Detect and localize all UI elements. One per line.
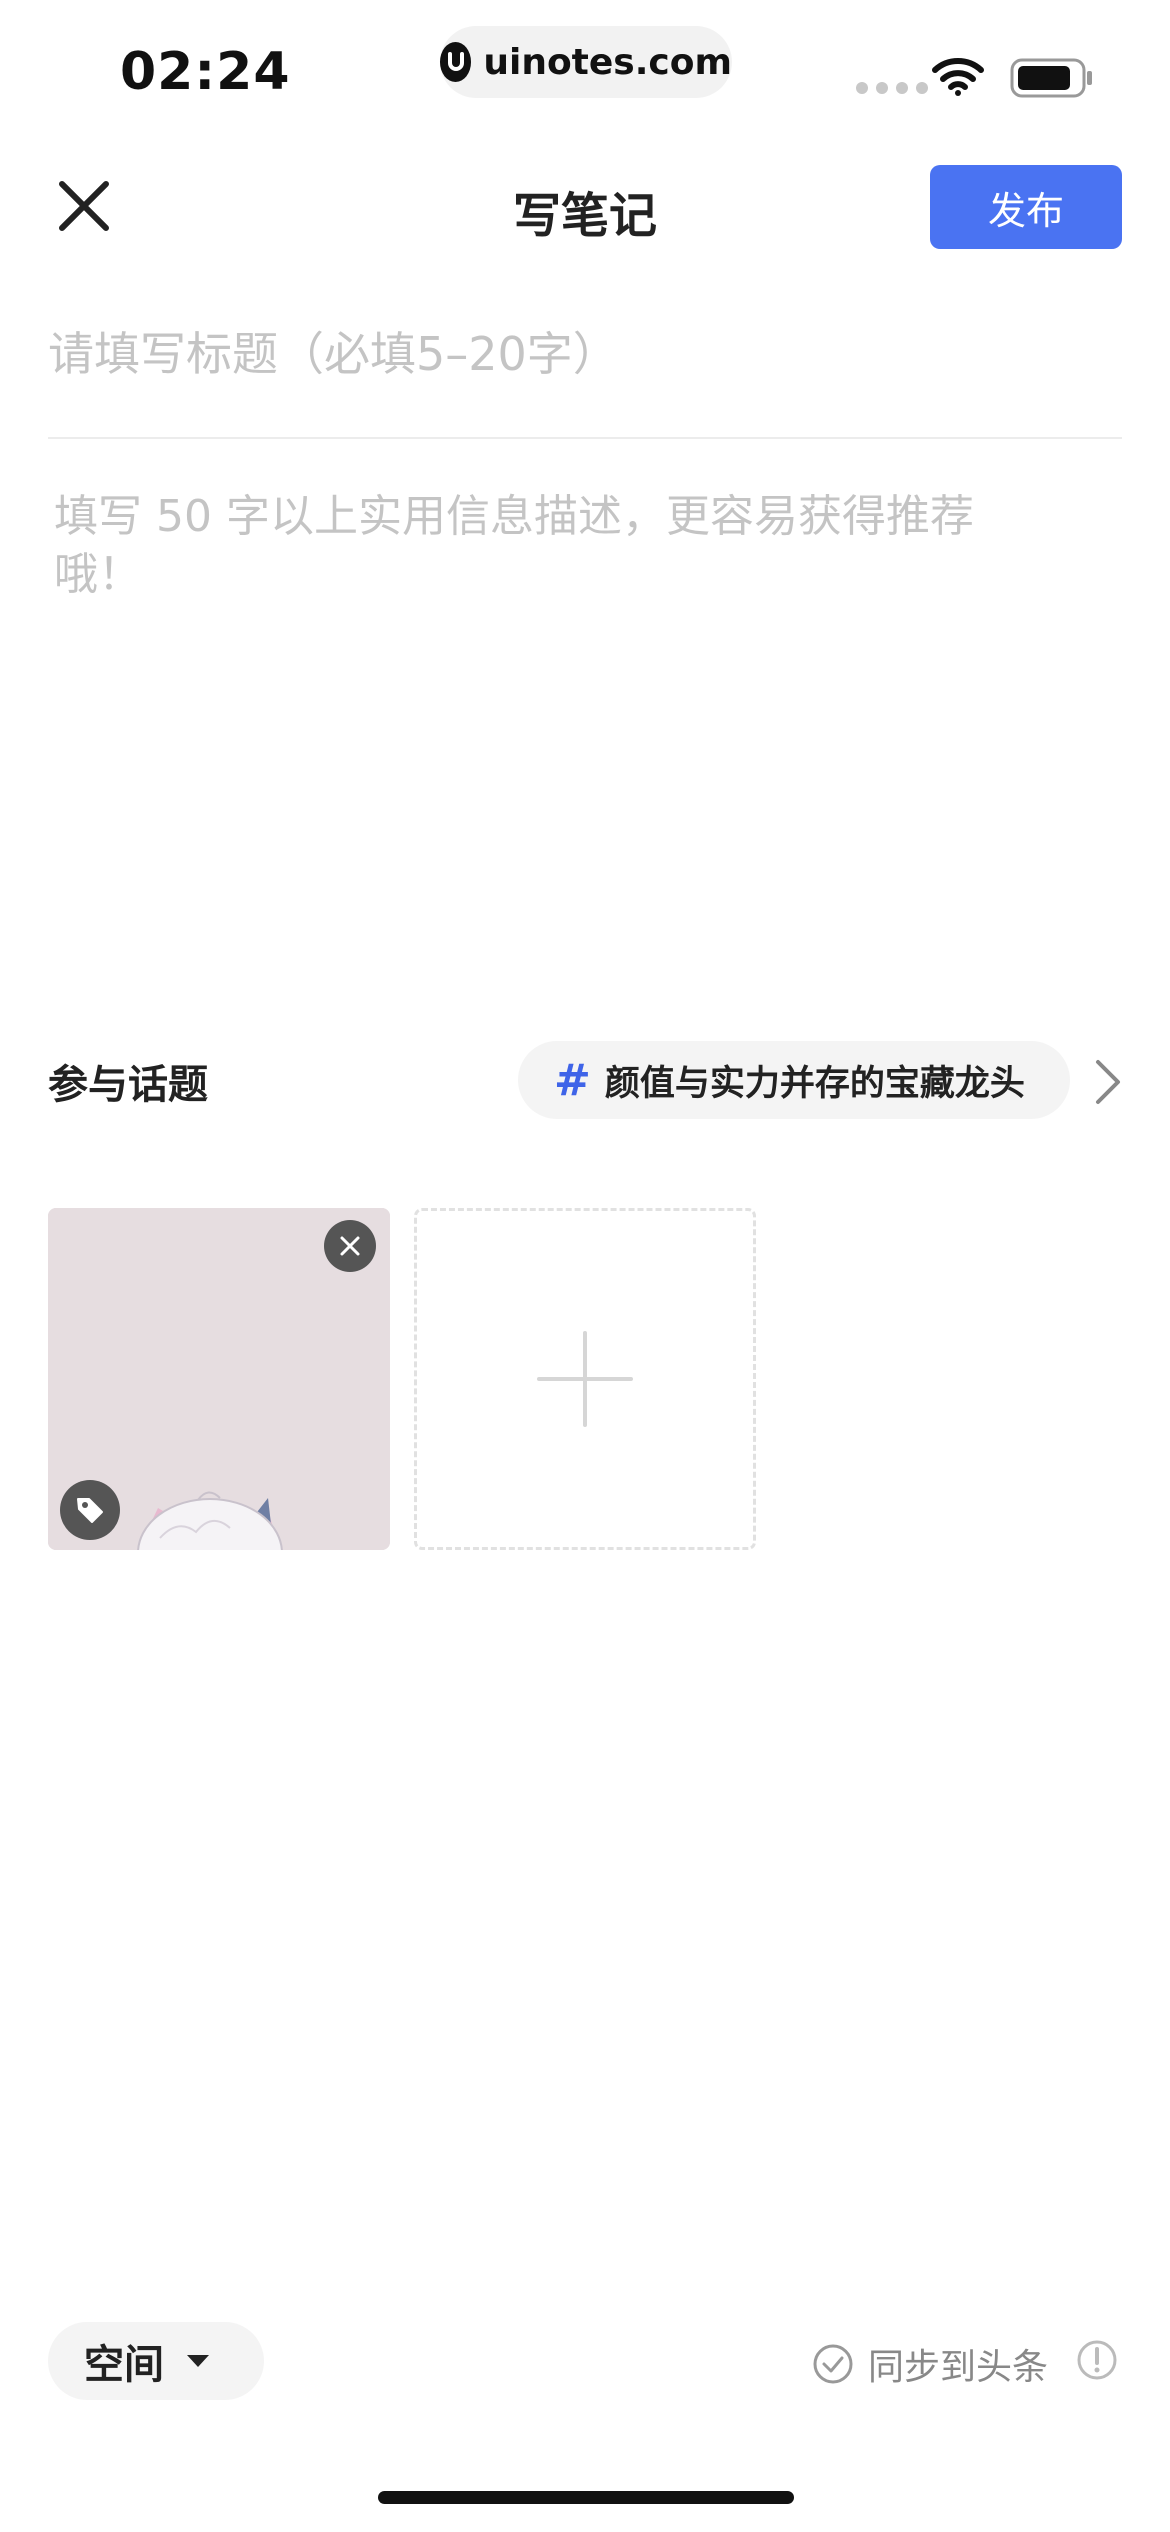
remove-image-button[interactable] [324,1220,376,1272]
divider [48,437,1122,439]
topic-text: 颜值与实力并存的宝藏龙头 [604,1063,1025,1104]
tag-icon [77,1498,103,1523]
title-input[interactable] [48,316,1122,392]
sync-label: 同步到头条 [868,2347,1049,2388]
signal-dots-icon [856,82,928,94]
site-badge: uinotes.com [440,26,732,98]
plus-icon [537,1331,633,1427]
description-input[interactable] [54,488,1034,888]
chevron-right-icon[interactable] [1092,1056,1124,1112]
space-label: 空间 [84,2342,164,2388]
info-icon[interactable] [1076,2339,1118,2385]
site-text: uinotes.com [483,41,732,83]
topic-label: 参与话题 [48,1062,208,1108]
home-indicator [378,2491,794,2504]
sync-toutiao-toggle[interactable]: 同步到头条 [812,2338,1048,2390]
caret-down-icon [187,2355,209,2367]
hashtag-icon: # [554,1054,591,1106]
tag-button[interactable] [60,1480,120,1540]
space-dropdown[interactable]: 空间 [48,2322,264,2400]
add-image-button[interactable] [414,1208,756,1550]
check-circle-icon [813,2344,853,2384]
close-icon [340,1236,360,1256]
battery-icon [1010,58,1094,102]
wifi-icon [932,56,984,100]
site-logo-icon [440,42,472,82]
status-time: 02:24 [120,42,291,102]
publish-button[interactable]: 发布 [930,165,1122,249]
topic-chip[interactable]: # 颜值与实力并存的宝藏龙头 [518,1041,1070,1119]
